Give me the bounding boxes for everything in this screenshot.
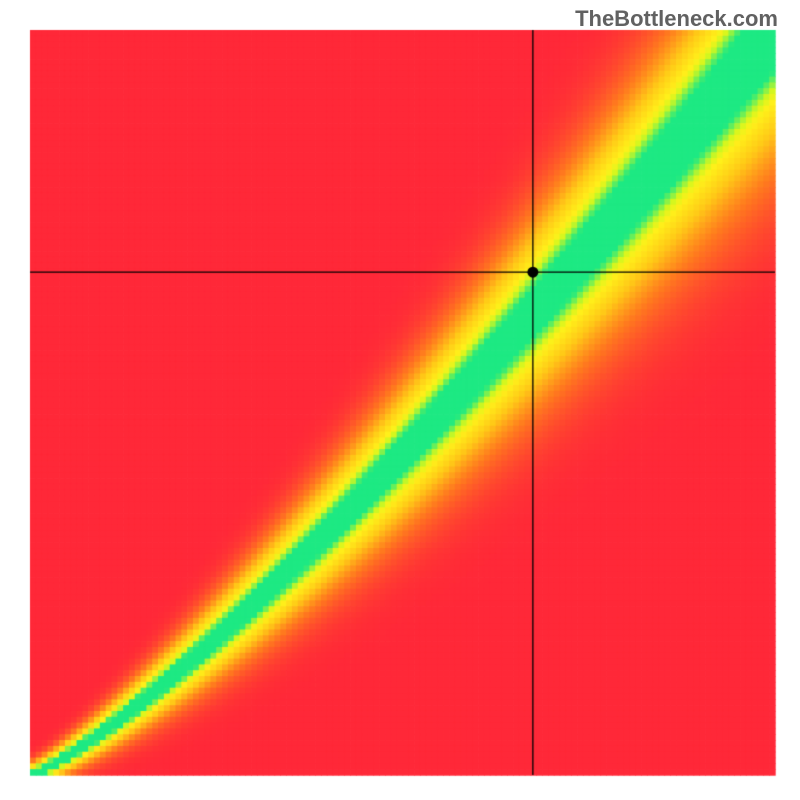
chart-container: TheBottleneck.com bbox=[0, 0, 800, 800]
watermark-text: TheBottleneck.com bbox=[575, 6, 778, 32]
heatmap-canvas bbox=[0, 0, 800, 800]
